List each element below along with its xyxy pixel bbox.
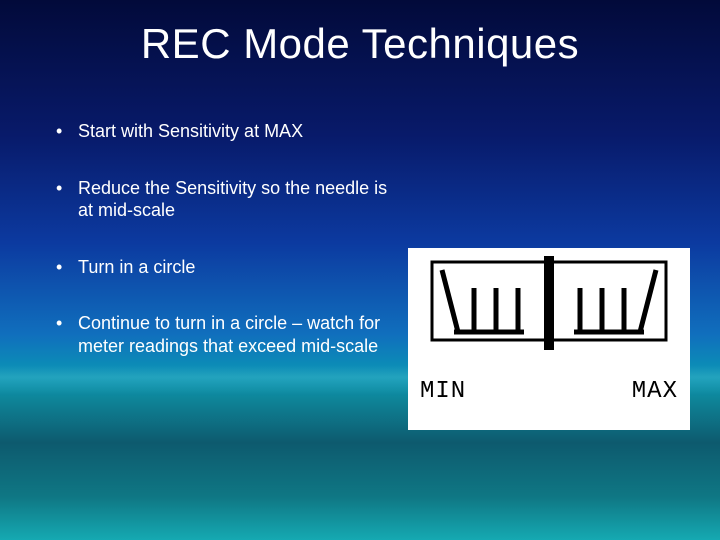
meter-labels: MIN MAX [408, 364, 690, 405]
slide: REC Mode Techniques Start with Sensitivi… [0, 0, 720, 540]
list-item: Turn in a circle [50, 256, 390, 279]
bullet-text: Start with Sensitivity at MAX [78, 121, 303, 141]
bullet-text: Turn in a circle [78, 257, 195, 277]
meter-max-label: MAX [632, 378, 678, 405]
meter-panel: MIN MAX [408, 248, 690, 430]
bullet-text: Reduce the Sensitivity so the needle is … [78, 178, 387, 221]
slide-title: REC Mode Techniques [0, 20, 720, 68]
bullet-text: Continue to turn in a circle – watch for… [78, 313, 380, 356]
list-item: Continue to turn in a circle – watch for… [50, 312, 390, 357]
meter-min-label: MIN [420, 378, 466, 405]
list-item: Start with Sensitivity at MAX [50, 120, 390, 143]
meter-gauge-icon [408, 248, 690, 364]
list-item: Reduce the Sensitivity so the needle is … [50, 177, 390, 222]
bullet-list: Start with Sensitivity at MAX Reduce the… [50, 120, 390, 391]
